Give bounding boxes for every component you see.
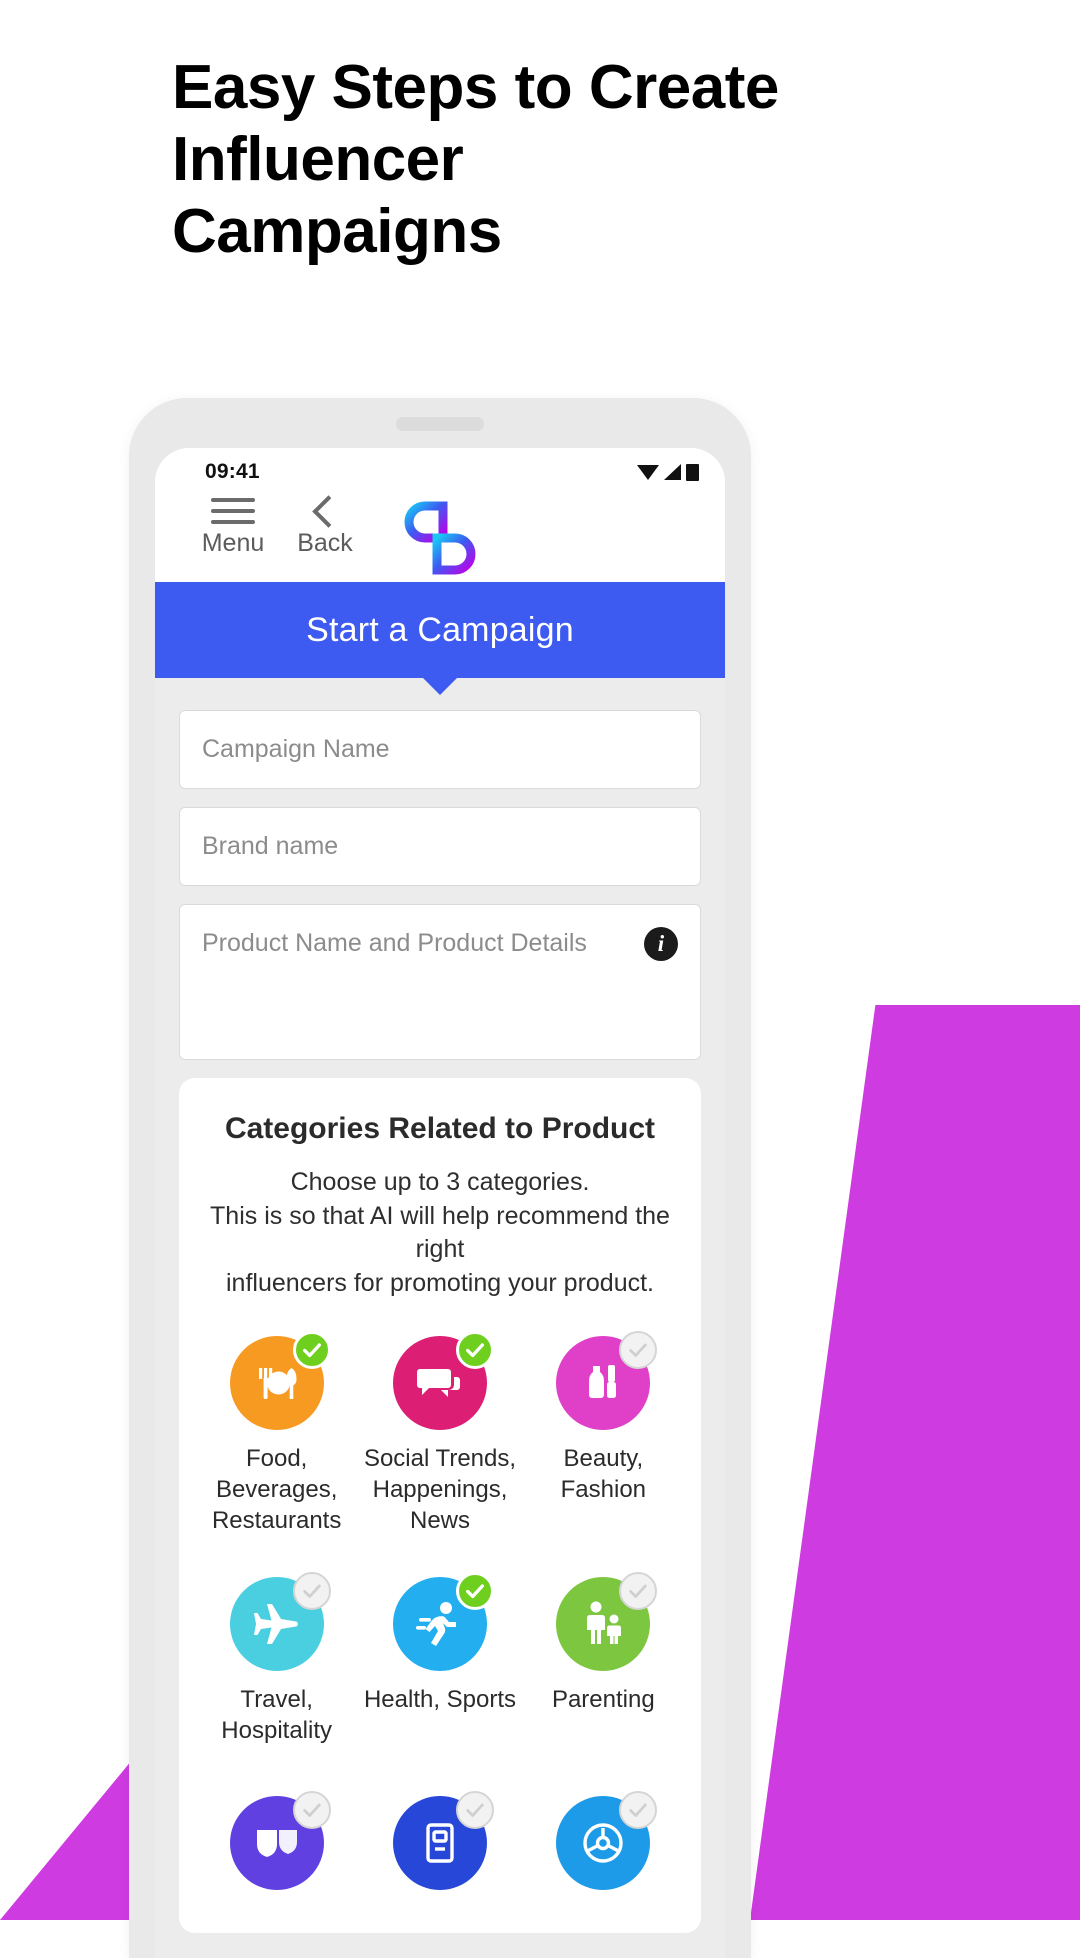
category-checkmark-icon: [292, 1331, 331, 1369]
category-item[interactable]: Social Trends, Happenings, News: [358, 1331, 521, 1537]
category-icon-wrap: [556, 1790, 658, 1890]
category-checkmark-icon: [455, 1331, 494, 1369]
category-checkmark-icon: [619, 1331, 658, 1369]
category-icon-wrap: [392, 1331, 494, 1430]
category-label: Travel, Hospitality: [221, 1685, 333, 1744]
info-icon[interactable]: i: [644, 927, 678, 961]
category-item[interactable]: Parenting: [522, 1571, 685, 1746]
category-item[interactable]: [522, 1790, 685, 1903]
category-icon-wrap: [392, 1571, 494, 1671]
back-button-label: Back: [297, 529, 353, 557]
menu-button[interactable]: Menu: [187, 496, 279, 558]
category-checkmark-icon: [292, 1571, 331, 1610]
categories-subtitle-line-1: Choose up to 3 categories.: [290, 1168, 590, 1196]
category-item[interactable]: Travel, Hospitality: [195, 1571, 358, 1746]
categories-subtitle-line-3: influencers for promoting your product.: [226, 1268, 654, 1297]
decor-shape-right: [750, 1005, 1080, 1920]
category-icon-wrap: [556, 1331, 658, 1430]
brand-logo-icon[interactable]: [403, 500, 477, 576]
status-icon-group: [637, 463, 699, 481]
campaign-form: Campaign Name Brand name Product Name an…: [155, 678, 725, 1060]
category-checkmark-icon: [292, 1790, 331, 1829]
category-checkmark-icon: [619, 1790, 658, 1829]
category-item[interactable]: [195, 1790, 358, 1903]
start-campaign-banner[interactable]: Start a Campaign: [155, 582, 725, 678]
category-item[interactable]: Food, Beverages, Restaurants: [195, 1331, 358, 1537]
category-icon-wrap: [229, 1571, 331, 1671]
category-checkmark-icon: [455, 1571, 494, 1610]
category-icon-wrap: [229, 1331, 331, 1430]
categories-subtitle: Choose up to 3 categories. This is so th…: [195, 1166, 685, 1300]
hamburger-icon: [211, 496, 255, 526]
category-label: Health, Sports: [363, 1685, 517, 1713]
product-details-placeholder: Product Name and Product Details: [202, 929, 587, 957]
chevron-left-icon: [303, 496, 347, 526]
brand-name-input[interactable]: Brand name: [179, 807, 701, 886]
phone-mockup: 09:41 Menu Back Start a Campaign Campaig…: [129, 398, 751, 1958]
campaign-name-input[interactable]: Campaign Name: [179, 710, 701, 789]
product-details-input[interactable]: Product Name and Product Details i: [179, 904, 701, 1060]
battery-icon: [686, 463, 699, 481]
page-title: Easy Steps to Create Influencer Campaign…: [172, 53, 779, 266]
category-item[interactable]: Health, Sports: [358, 1571, 521, 1746]
categories-grid: Food, Beverages, Restaurants Social Tren…: [195, 1331, 685, 1903]
category-checkmark-icon: [619, 1571, 658, 1610]
categories-card: Categories Related to Product Choose up …: [179, 1078, 701, 1933]
wifi-icon: [637, 464, 659, 480]
category-checkmark-icon: [455, 1790, 494, 1829]
signal-icon: [664, 464, 681, 480]
start-campaign-label: Start a Campaign: [306, 610, 574, 649]
category-icon-wrap: [392, 1790, 494, 1890]
menu-button-label: Menu: [201, 529, 265, 557]
categories-subtitle-line-2: This is so that AI will help recommend t…: [210, 1201, 670, 1264]
category-item[interactable]: [358, 1790, 521, 1903]
category-item[interactable]: Beauty, Fashion: [522, 1331, 685, 1537]
category-icon-wrap: [556, 1571, 658, 1671]
category-icon-wrap: [229, 1790, 331, 1890]
phone-speaker-grille: [396, 417, 484, 431]
status-bar: 09:41: [155, 448, 725, 490]
app-header: Menu Back: [155, 490, 725, 582]
category-label: Social Trends, Happenings, News: [363, 1445, 517, 1535]
status-clock: 09:41: [205, 460, 260, 483]
categories-title: Categories Related to Product: [224, 1112, 656, 1145]
phone-screen: 09:41 Menu Back Start a Campaign Campaig…: [155, 448, 725, 1958]
category-label: Beauty, Fashion: [560, 1445, 647, 1504]
back-button[interactable]: Back: [279, 496, 371, 558]
category-label: Parenting: [551, 1685, 655, 1713]
category-label: Food, Beverages, Restaurants: [211, 1445, 342, 1535]
